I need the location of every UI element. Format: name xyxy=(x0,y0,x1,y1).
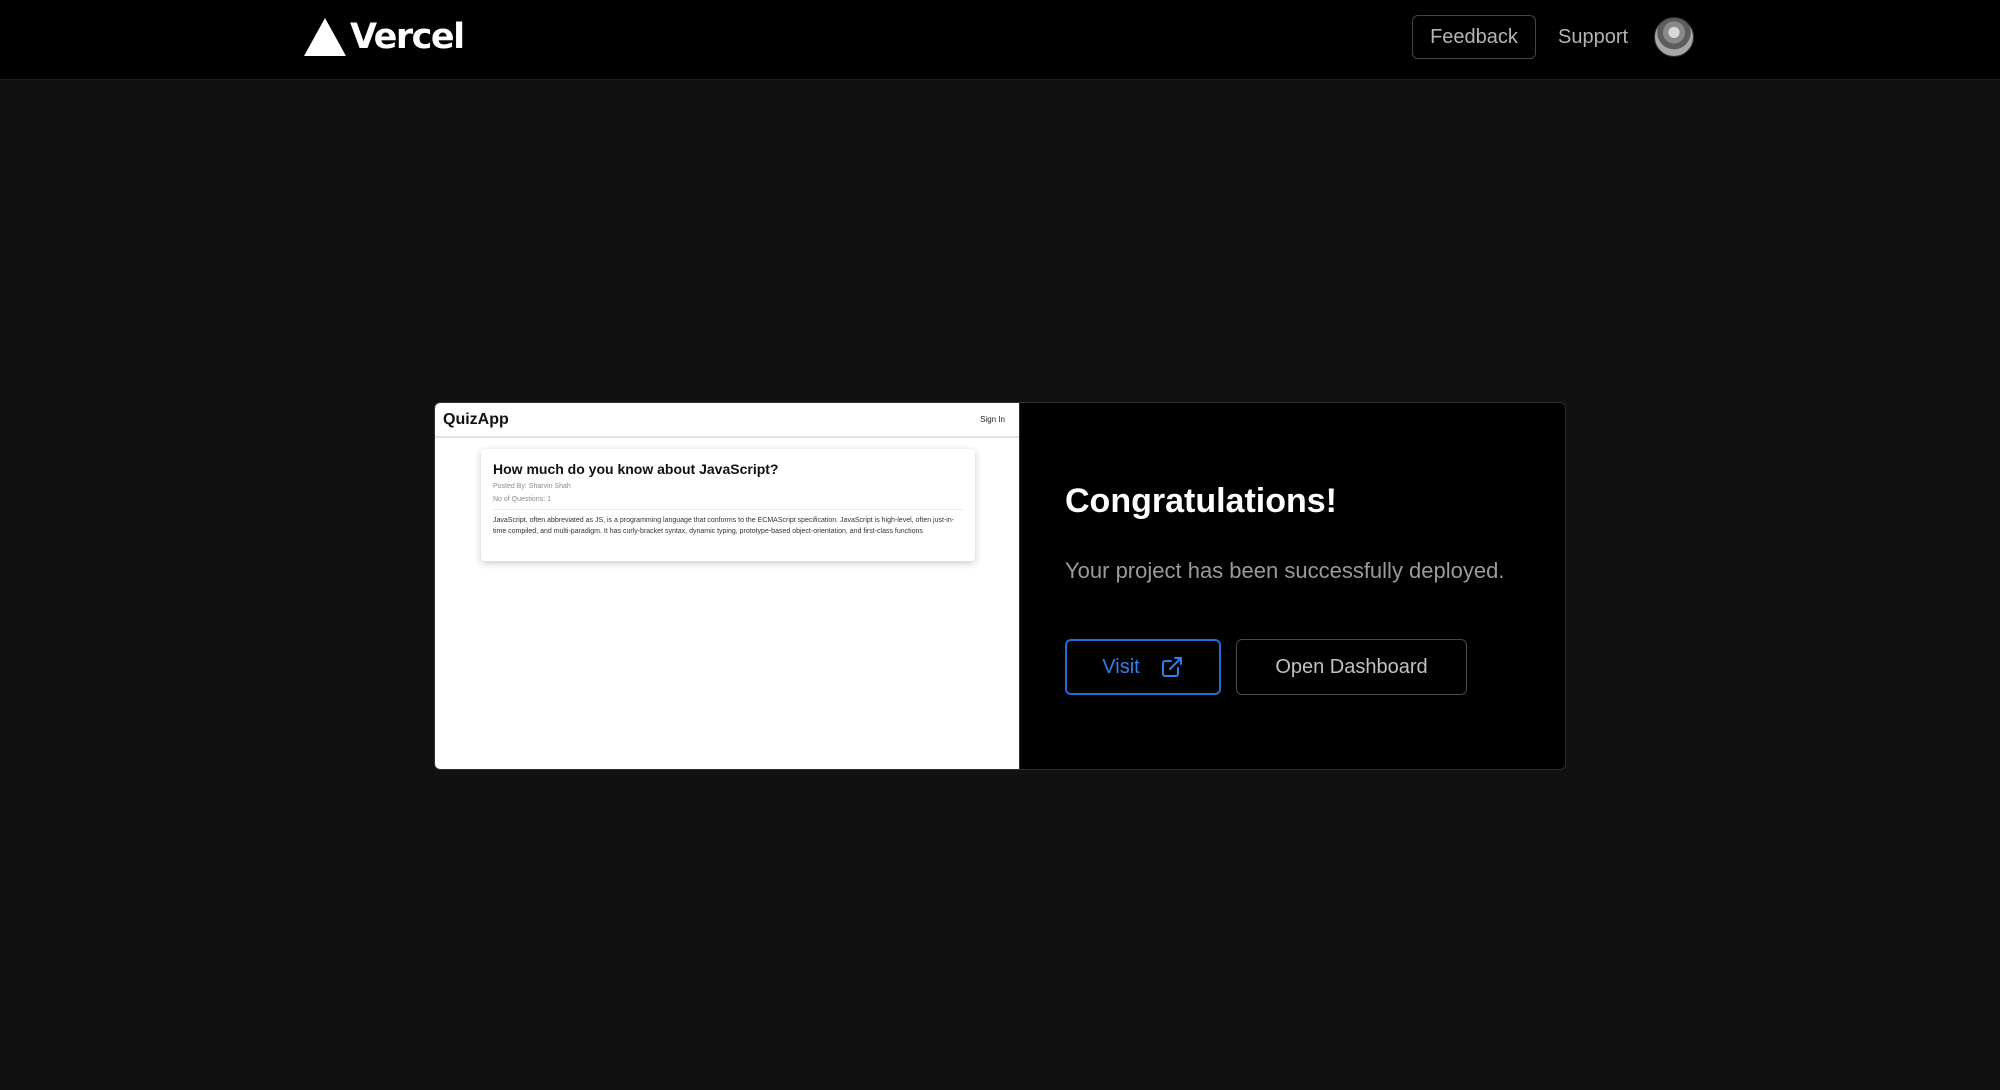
preview-quiz-title: How much do you know about JavaScript? xyxy=(493,461,779,477)
brand-name: Vercel xyxy=(350,17,465,57)
page-title: Congratulations! xyxy=(1065,482,1337,520)
visit-button[interactable]: Visit xyxy=(1065,639,1221,695)
deployment-preview[interactable]: QuizApp Sign In How much do you know abo… xyxy=(435,403,1020,769)
visit-button-label: Visit xyxy=(1102,655,1140,678)
vercel-triangle-icon xyxy=(304,18,346,56)
success-message: Your project has been successfully deplo… xyxy=(1065,558,1505,583)
preview-quiz-card: How much do you know about JavaScript? P… xyxy=(481,449,975,561)
support-link[interactable]: Support xyxy=(1558,15,1628,59)
top-navigation-bar: Vercel Feedback Support xyxy=(0,0,2000,80)
preview-sign-in: Sign In xyxy=(980,415,1005,424)
deployment-card: QuizApp Sign In How much do you know abo… xyxy=(434,402,1566,770)
avatar[interactable] xyxy=(1654,17,1694,57)
preview-question-count: No of Questions: 1 xyxy=(493,496,963,510)
preview-description: JavaScript, often abbreviated as JS, is … xyxy=(493,517,955,535)
external-link-icon xyxy=(1161,657,1182,677)
vercel-logo[interactable]: Vercel xyxy=(304,16,465,58)
feedback-button[interactable]: Feedback xyxy=(1412,15,1536,59)
preview-header: QuizApp Sign In xyxy=(435,403,1019,438)
deployment-info-panel: Congratulations! Your project has been s… xyxy=(1020,403,1565,769)
preview-posted-by: Posted By: Sharvin Shah xyxy=(493,483,571,490)
open-dashboard-button[interactable]: Open Dashboard xyxy=(1236,639,1467,695)
preview-app-name: QuizApp xyxy=(443,410,509,428)
